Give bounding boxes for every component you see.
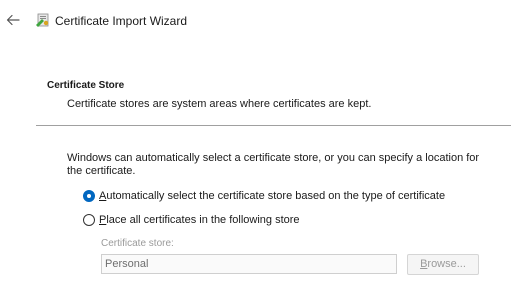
manual-store-label-text: lace all certificates in the following s… [106, 214, 300, 226]
manual-store-label[interactable]: Place all certificates in the following … [99, 214, 300, 226]
back-arrow-icon [6, 14, 20, 26]
browse-button[interactable]: Browse... [407, 254, 479, 275]
auto-select-radio[interactable] [83, 190, 95, 202]
auto-select-label-text: utomatically select the certificate stor… [106, 190, 446, 202]
manual-store-option[interactable]: Place all certificates in the following … [83, 212, 300, 228]
back-button[interactable] [4, 11, 22, 29]
auto-select-option[interactable]: Automatically select the certificate sto… [83, 188, 445, 204]
certificate-store-field[interactable]: Personal [101, 254, 397, 274]
section-title: Certificate Store [47, 80, 125, 91]
title-bar: Certificate Import Wizard [0, 0, 511, 44]
intro-text: Windows can automatically select a certi… [67, 152, 480, 177]
manual-store-radio[interactable] [83, 214, 95, 226]
section-description: Certificate stores are system areas wher… [67, 98, 372, 110]
browse-label: rowse... [427, 258, 466, 270]
auto-select-label[interactable]: Automatically select the certificate sto… [99, 190, 445, 202]
certificate-wizard-icon [35, 12, 51, 28]
certificate-store-label: Certificate store: [101, 238, 174, 249]
divider [36, 125, 511, 126]
window-title: Certificate Import Wizard [55, 14, 188, 28]
